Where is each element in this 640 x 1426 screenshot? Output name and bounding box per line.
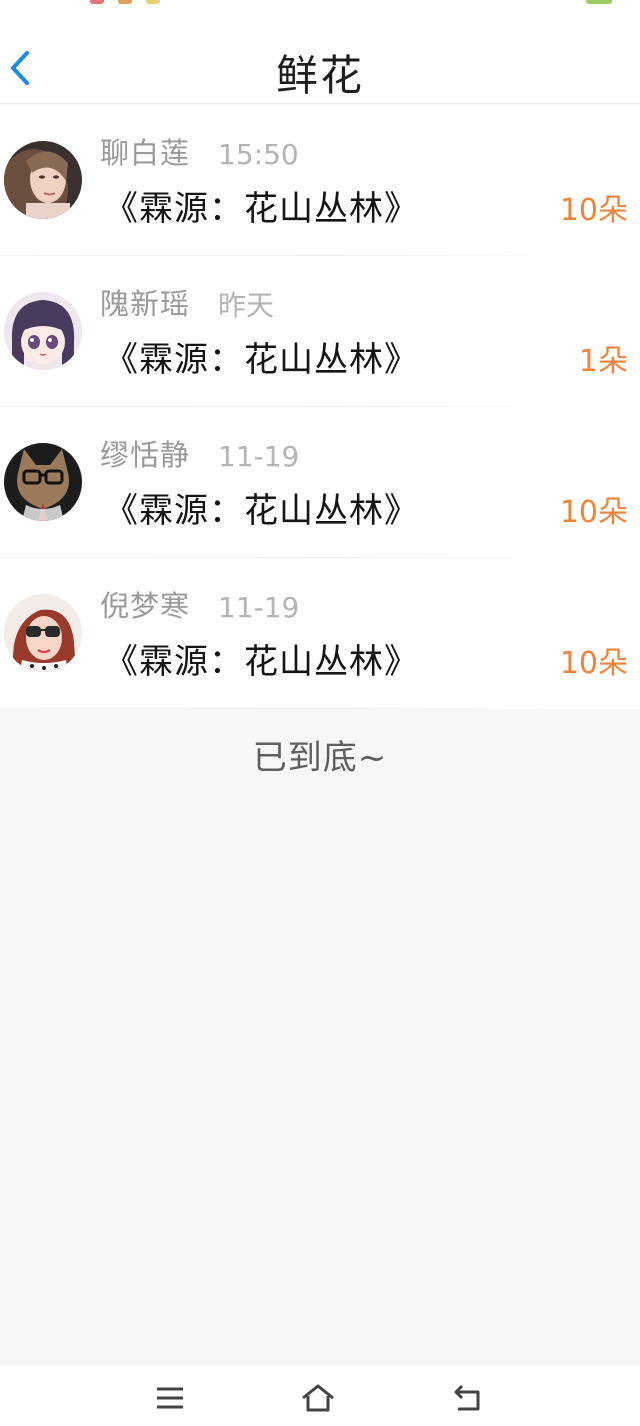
end-of-list-text: 已到底~ bbox=[252, 738, 388, 778]
page-title: 鲜花 bbox=[275, 51, 364, 100]
status-indicator-icon bbox=[90, 0, 104, 4]
back-nav-button[interactable] bbox=[446, 1378, 490, 1418]
book-title: 《霖源：花山丛林》 bbox=[104, 340, 419, 380]
status-indicator-icon bbox=[146, 0, 160, 4]
menu-button[interactable] bbox=[148, 1378, 192, 1418]
book-title: 《霖源：花山丛林》 bbox=[104, 642, 419, 682]
home-icon bbox=[302, 1384, 334, 1412]
flower-count: 1朵 bbox=[578, 344, 628, 379]
list-item[interactable]: 倪梦寒 11-19 《霖源：花山丛林》 10朵 bbox=[0, 558, 640, 709]
home-button[interactable] bbox=[296, 1378, 340, 1418]
status-bar bbox=[0, 0, 640, 8]
sender-name: 聊白莲 bbox=[100, 136, 191, 170]
divider bbox=[0, 708, 560, 709]
list-item[interactable]: 缪恬静 11-19 《霖源：花山丛林》 10朵 bbox=[0, 407, 640, 558]
timestamp: 11-19 bbox=[218, 591, 300, 624]
status-indicator-icon bbox=[118, 0, 132, 4]
avatar[interactable] bbox=[4, 292, 82, 370]
flower-count: 10朵 bbox=[559, 193, 628, 228]
flower-list: 聊白莲 15:50 《霖源：花山丛林》 10朵 隗新瑶 昨天 《霖源：花山丛林》… bbox=[0, 105, 640, 709]
return-icon bbox=[454, 1384, 480, 1411]
flower-count: 10朵 bbox=[559, 495, 628, 530]
book-title: 《霖源：花山丛林》 bbox=[104, 491, 419, 531]
sender-name: 倪梦寒 bbox=[100, 589, 191, 623]
avatar[interactable] bbox=[4, 594, 82, 672]
menu-icon bbox=[157, 1387, 183, 1409]
flower-count: 10朵 bbox=[559, 646, 628, 681]
book-title: 《霖源：花山丛林》 bbox=[104, 189, 419, 229]
system-nav-bar bbox=[0, 1366, 640, 1426]
sender-name: 隗新瑶 bbox=[100, 287, 191, 321]
app-header: 鲜花 bbox=[0, 8, 640, 104]
avatar[interactable] bbox=[4, 443, 82, 521]
list-item[interactable]: 隗新瑶 昨天 《霖源：花山丛林》 1朵 bbox=[0, 256, 640, 407]
timestamp: 昨天 bbox=[218, 289, 275, 322]
timestamp: 11-19 bbox=[218, 440, 300, 473]
avatar[interactable] bbox=[4, 141, 82, 219]
list-item[interactable]: 聊白莲 15:50 《霖源：花山丛林》 10朵 bbox=[0, 105, 640, 256]
timestamp: 15:50 bbox=[218, 138, 299, 171]
battery-icon bbox=[586, 0, 612, 4]
sender-name: 缪恬静 bbox=[100, 438, 191, 472]
